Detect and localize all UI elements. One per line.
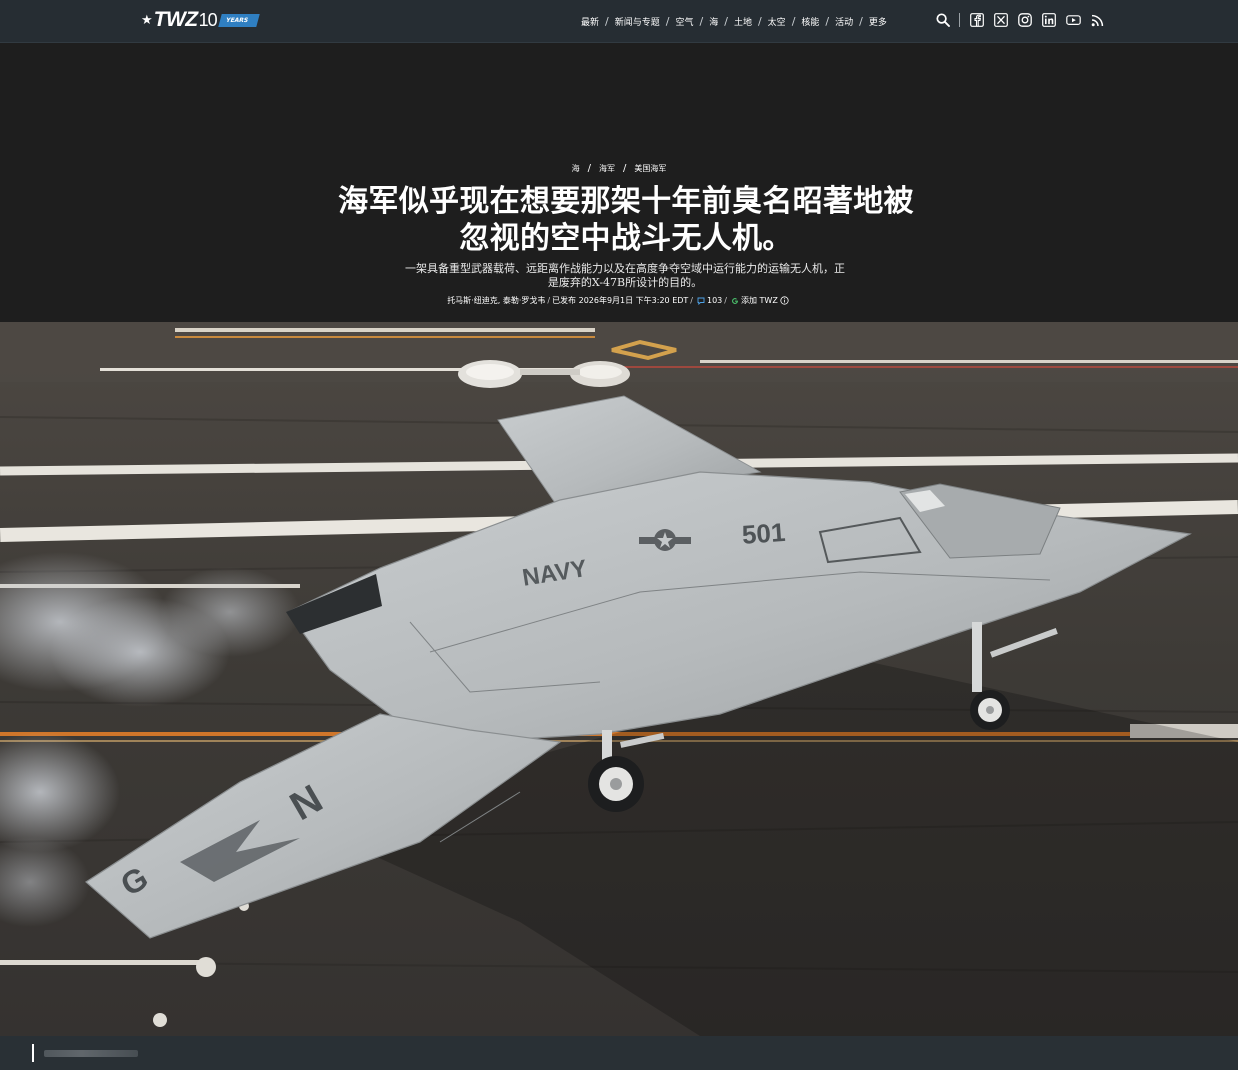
nav-item-events[interactable]: 活动 xyxy=(835,15,853,28)
google-icon xyxy=(731,297,739,305)
nav-separator: / xyxy=(757,14,762,28)
nav-separator: / xyxy=(699,14,704,28)
search-icon[interactable] xyxy=(935,12,951,28)
nav-separator: / xyxy=(859,14,863,28)
add-twz-link[interactable]: 添加 TWZ xyxy=(741,295,778,306)
image-caption-obscured xyxy=(44,1050,138,1057)
image-caption-bar xyxy=(0,1036,1238,1070)
breadcrumb: 海 / 海军 / 美国海军 xyxy=(0,163,1238,174)
nav-item-more[interactable]: 更多 xyxy=(869,15,887,28)
aircraft-number-marking: 501 xyxy=(741,517,786,550)
byline-published-date: 已发布 2026年9月1日 下午3:20 EDT xyxy=(552,296,689,305)
byline-separator: / xyxy=(724,296,727,305)
breadcrumb-item-navies[interactable]: 海军 xyxy=(599,164,615,173)
breadcrumb-item-us-navy[interactable]: 美国海军 xyxy=(634,164,666,173)
caption-marker xyxy=(32,1044,34,1062)
byline-comment-count[interactable]: 103 xyxy=(707,296,722,305)
main-nav: 最新 / 新闻与专题 / 空气 / 海 / 土地 / 太空 / 核能 / 活动 … xyxy=(581,13,887,29)
article-dek: 一架具备重型武器载荷、远距离作战能力以及在高度争夺空域中运行能力的运输无人机，正… xyxy=(380,262,870,290)
linkedin-icon[interactable] xyxy=(1041,12,1057,28)
headline-line-1: 海军似乎现在想要那架十年前臭名昭著地被 xyxy=(338,184,914,219)
nav-item-latest[interactable]: 最新 xyxy=(581,15,599,28)
breadcrumb-item-sea[interactable]: 海 xyxy=(572,164,580,173)
dek-line-1: 一架具备重型武器载荷、远距离作战能力以及在高度争夺空域中运行能力的运输无人机，正 xyxy=(405,262,845,275)
star-icon: ★ xyxy=(141,12,153,28)
nav-item-news-features[interactable]: 新闻与专题 xyxy=(615,15,660,28)
nav-item-space[interactable]: 太空 xyxy=(768,15,786,28)
byline-separator: / xyxy=(690,296,693,305)
nav-item-nuclear[interactable]: 核能 xyxy=(801,15,819,28)
nav-separator: / xyxy=(825,14,830,28)
nav-separator: / xyxy=(724,14,728,28)
nav-divider xyxy=(959,13,960,27)
logo-years-badge: YEARS xyxy=(217,13,260,27)
nav-tools xyxy=(935,11,1113,29)
info-icon[interactable] xyxy=(780,296,789,305)
dek-line-2: 是废弃的X-47B所设计的目的。 xyxy=(547,276,703,289)
headline-line-2: 忽视的空中战斗无人机。 xyxy=(459,221,793,256)
comment-icon[interactable] xyxy=(697,297,705,305)
nav-item-land[interactable]: 土地 xyxy=(734,15,752,28)
hero-image: NAVY 501 N G xyxy=(0,322,1238,1036)
byline-separator: / xyxy=(547,296,551,305)
youtube-icon[interactable] xyxy=(1065,12,1081,28)
top-navigation-bar: ★ TWZ 10 YEARS 最新 / 新闻与专题 / 空气 / 海 / 土地 … xyxy=(0,0,1238,43)
nav-item-air[interactable]: 空气 xyxy=(675,15,693,28)
facebook-icon[interactable] xyxy=(969,12,985,28)
article-byline: 托马斯·纽迪克, 泰勒·罗戈韦 / 已发布 2026年9月1日 下午3:20 E… xyxy=(0,295,1238,306)
byline-authors[interactable]: 托马斯·纽迪克, 泰勒·罗戈韦 xyxy=(447,295,545,306)
nav-separator: / xyxy=(665,14,670,28)
breadcrumb-separator: / xyxy=(623,163,627,174)
x-icon[interactable] xyxy=(993,12,1009,28)
breadcrumb-separator: / xyxy=(587,163,591,174)
site-logo[interactable]: ★ TWZ 10 YEARS xyxy=(141,8,260,31)
article-headline: 海军似乎现在想要那架十年前臭名昭著地被 忽视的空中战斗无人机。 xyxy=(300,183,952,257)
nav-separator: / xyxy=(791,14,796,28)
nav-item-sea[interactable]: 海 xyxy=(709,15,718,28)
nav-separator: / xyxy=(605,14,609,28)
x47b-on-carrier-deck-illustration: NAVY 501 N G xyxy=(0,322,1238,1036)
logo-anniversary-number: 10 xyxy=(198,9,218,30)
logo-text: TWZ xyxy=(153,8,198,31)
instagram-icon[interactable] xyxy=(1017,12,1033,28)
rss-icon[interactable] xyxy=(1089,12,1105,28)
